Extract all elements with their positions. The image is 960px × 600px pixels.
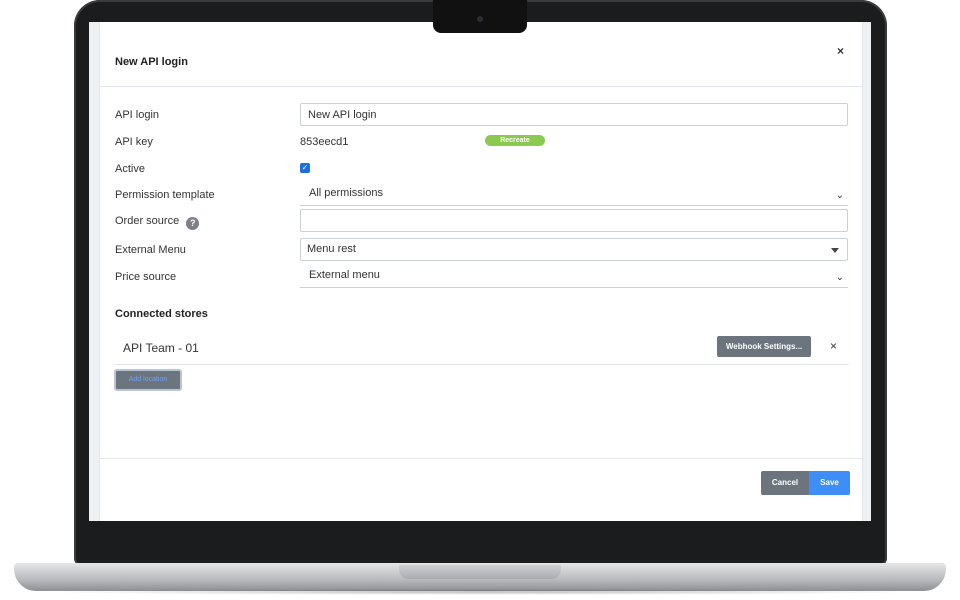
camera-icon: [477, 16, 483, 22]
check-icon: ✓: [301, 163, 309, 172]
permission-template-value: All permissions: [309, 187, 383, 199]
row-order-source: Order source ?: [115, 209, 849, 233]
cancel-button[interactable]: Cancel: [761, 471, 809, 495]
price-source-value: External menu: [309, 269, 380, 281]
row-external-menu: External Menu Menu rest: [115, 238, 849, 262]
row-price-source: Price source External menu ⌄: [115, 265, 849, 289]
price-source-label: Price source: [115, 271, 177, 283]
permission-template-label: Permission template: [115, 189, 215, 201]
chevron-down-icon: ⌄: [835, 272, 844, 283]
row-api-login: API login: [115, 103, 849, 127]
remove-store-icon[interactable]: ×: [830, 339, 837, 353]
laptop-hinge: [399, 565, 561, 579]
active-checkbox[interactable]: ✓: [300, 163, 310, 173]
api-login-modal: New API login × API login API key 853eec…: [99, 22, 864, 521]
order-source-label-wrap: Order source ?: [115, 215, 200, 230]
active-label: Active: [115, 163, 145, 175]
external-menu-select[interactable]: Menu rest: [300, 238, 848, 261]
laptop-shadow: [40, 589, 920, 595]
external-menu-label: External Menu: [115, 244, 186, 256]
price-source-select[interactable]: External menu ⌄: [300, 265, 848, 288]
webhook-settings-button[interactable]: Webhook Settings...: [717, 336, 811, 357]
external-menu-value: Menu rest: [307, 243, 356, 255]
api-key-label: API key: [115, 136, 153, 148]
row-active: Active ✓: [115, 157, 849, 181]
store-row: API Team - 01 Webhook Settings... ×: [115, 331, 849, 365]
store-name: API Team - 01: [123, 341, 199, 355]
order-source-label: Order source: [115, 215, 180, 227]
api-login-label: API login: [115, 109, 160, 121]
api-key-value: 853eecd1: [300, 136, 349, 148]
caret-down-icon: [831, 248, 839, 253]
help-icon[interactable]: ?: [186, 217, 200, 230]
close-icon[interactable]: ×: [837, 44, 844, 58]
save-button[interactable]: Save: [809, 471, 850, 495]
modal-footer: Cancel Save: [100, 458, 864, 521]
modal-title: New API login: [115, 56, 188, 68]
laptop-screen: New API login × API login API key 853eec…: [89, 22, 871, 521]
api-login-input[interactable]: [300, 103, 848, 126]
chevron-down-icon: ⌄: [835, 190, 844, 201]
order-source-input[interactable]: [300, 209, 848, 232]
recreate-button[interactable]: Recreate: [485, 135, 545, 146]
add-location-button[interactable]: Add location: [114, 369, 182, 391]
connected-stores-title: Connected stores: [115, 308, 208, 320]
permission-template-select[interactable]: All permissions ⌄: [300, 183, 848, 206]
row-api-key: API key 853eecd1 Recreate: [115, 130, 849, 154]
row-permission-template: Permission template All permissions ⌄: [115, 183, 849, 207]
